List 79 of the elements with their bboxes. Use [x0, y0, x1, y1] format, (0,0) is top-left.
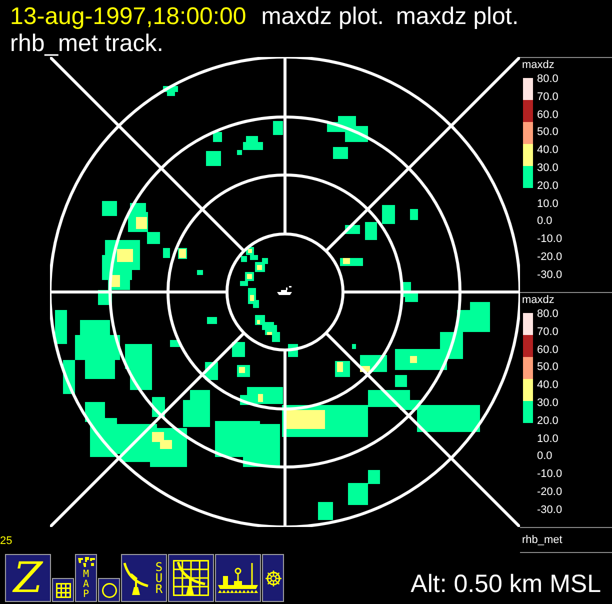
legend-title: maxdz [522, 295, 554, 306]
radar-echo [365, 222, 377, 240]
map-icon [78, 556, 94, 566]
radar-echo [163, 248, 170, 258]
radar-echo [327, 116, 368, 142]
radar-echo [382, 205, 395, 224]
scale-label: 50.0 [537, 360, 558, 376]
scale-label: 40.0 [537, 378, 558, 394]
ship-icon [277, 286, 292, 295]
scale-label: 0.0 [537, 214, 552, 230]
radar-echo [125, 344, 152, 390]
radar-echo [248, 288, 259, 308]
scale-label: 0.0 [537, 449, 552, 464]
plot-title: maxdz plot. [396, 3, 519, 30]
radar-grid-button[interactable] [168, 554, 214, 602]
altitude-label: Alt: 0.50 km MSL [410, 570, 601, 598]
scale-label: 30.0 [537, 396, 558, 411]
grid-icon [56, 582, 70, 598]
scale-label: 60.0 [537, 342, 558, 358]
radar-echo [215, 421, 280, 467]
radar-echo [273, 121, 283, 135]
scale-label: 40.0 [537, 143, 558, 158]
radar-echo [206, 151, 221, 166]
ship-icon [218, 563, 258, 593]
scale-label: 70.0 [537, 90, 558, 105]
legend-title: maxdz [522, 60, 554, 71]
radar-echo [55, 310, 67, 344]
scale-label: 20.0 [537, 414, 558, 429]
radar-dish-icon [123, 562, 149, 594]
radar-echo [128, 203, 160, 244]
scale-label: -20.0 [537, 484, 562, 500]
radar-echo [197, 270, 203, 275]
radar-echo [255, 258, 268, 272]
scale-label: -30.0 [537, 268, 562, 283]
scale-label: 20.0 [537, 178, 558, 194]
radar-echo [241, 247, 258, 262]
grid-button[interactable] [52, 578, 74, 602]
radar-echo [333, 147, 348, 159]
radar-echo [410, 209, 418, 220]
scale-label: -30.0 [537, 502, 562, 518]
scale-label: 10.0 [537, 196, 558, 212]
radar-echo [102, 201, 117, 216]
radar-echo [163, 86, 178, 96]
track-title: rhb_met track. [10, 30, 164, 57]
radar-echo [265, 325, 280, 342]
wheel-icon [264, 568, 282, 588]
scale-label: -20.0 [537, 250, 562, 265]
radar-echo [213, 132, 222, 142]
scale-label: 80.0 [537, 72, 558, 87]
radar-echo [232, 342, 245, 357]
plot-title: maxdz plot. [261, 3, 384, 30]
radar-echo [240, 272, 254, 286]
z-button[interactable]: Z [5, 554, 51, 602]
scale-label: -10.0 [537, 232, 562, 248]
radar-echo [237, 365, 250, 377]
radar-echo [335, 361, 350, 377]
scale-label: 60.0 [537, 108, 558, 123]
scale-label: 10.0 [537, 432, 558, 447]
radar-echo [318, 502, 333, 520]
circle-icon [102, 582, 116, 598]
circle-button[interactable] [98, 578, 120, 602]
wheel-button[interactable] [262, 554, 284, 602]
radar-grid-icon [173, 560, 209, 596]
scale-label: 80.0 [537, 307, 558, 322]
radar-echo [352, 344, 356, 349]
radar-echo [395, 375, 407, 387]
ship-button[interactable] [215, 554, 261, 602]
scale-label: 50.0 [537, 125, 558, 140]
scale-label: 70.0 [537, 324, 558, 340]
scale-label: 30.0 [537, 160, 558, 176]
track-label: rhb_met [522, 534, 562, 546]
radar-echo [178, 248, 187, 259]
counter: 25 [0, 535, 12, 547]
radar-echo [340, 258, 363, 266]
map-button[interactable]: MAP [75, 554, 97, 602]
sur-button[interactable]: SUR [121, 554, 167, 602]
timestamp: 13-aug-1997,18:00:00 [10, 3, 246, 30]
radar-echo [207, 317, 217, 324]
scale-label: -10.0 [537, 467, 562, 482]
